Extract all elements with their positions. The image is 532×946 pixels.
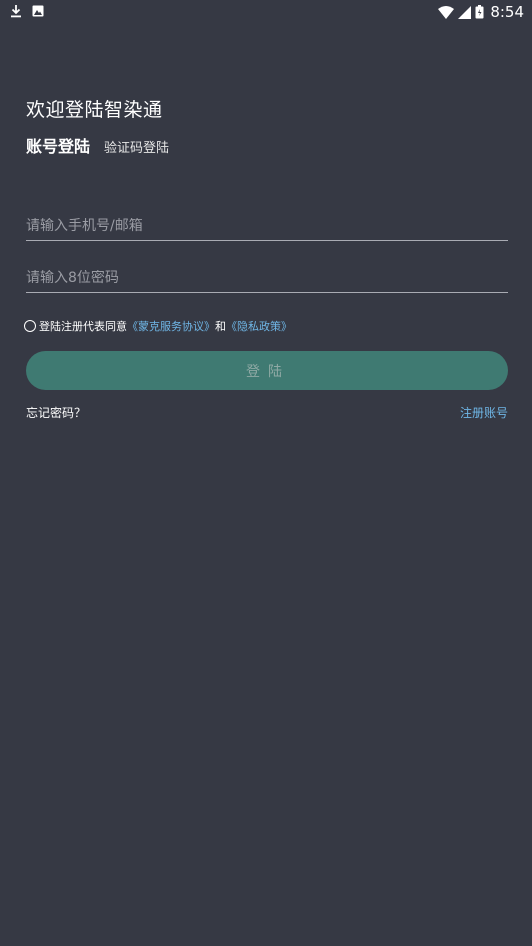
agreement-prefix: 登陆注册代表同意	[39, 320, 127, 333]
wifi-icon	[438, 5, 455, 19]
forgot-password-link[interactable]: 忘记密码？	[26, 404, 86, 421]
privacy-policy-link[interactable]: 《隐私政策》	[226, 318, 292, 334]
login-tabs: 账号登陆 验证码登陆	[26, 133, 169, 157]
battery-icon	[475, 5, 484, 19]
login-screen: 8:54 欢迎登陆智染通 账号登陆 验证码登陆 登陆注册代表同意 《蒙克服务协议…	[0, 0, 532, 946]
agreement-row: 登陆注册代表同意 《蒙克服务协议》 和 《隐私政策》	[24, 318, 292, 334]
tab-code-login[interactable]: 验证码登陆	[104, 137, 169, 156]
page-title: 欢迎登陆智染通	[26, 99, 163, 121]
status-right: 8:54	[438, 3, 524, 21]
password-input[interactable]	[26, 270, 508, 292]
register-link[interactable]: 注册账号	[460, 404, 508, 421]
photo-icon	[32, 5, 44, 17]
agreement-radio[interactable]	[24, 320, 36, 332]
login-button[interactable]: 登陆	[26, 351, 508, 390]
status-left	[10, 4, 44, 18]
tab-account-login[interactable]: 账号登陆	[26, 133, 90, 157]
service-agreement-link[interactable]: 《蒙克服务协议》	[127, 318, 215, 334]
phone-email-input[interactable]	[26, 218, 508, 240]
download-icon	[10, 4, 22, 18]
status-time: 8:54	[490, 3, 524, 21]
status-bar: 8:54	[0, 0, 532, 24]
password-field-container	[26, 267, 508, 293]
phone-field-container	[26, 215, 508, 241]
agreement-joiner: 和	[215, 320, 226, 333]
signal-icon	[458, 5, 472, 19]
